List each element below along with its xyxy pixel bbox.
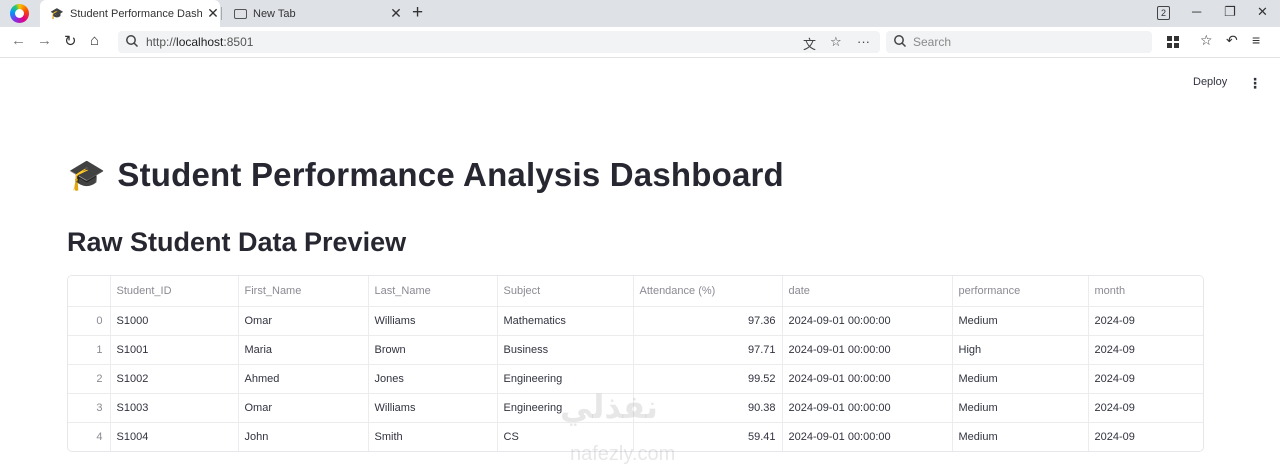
cell-month[interactable]: 2024-09 (1088, 306, 1203, 336)
url-scheme: http:// (146, 35, 177, 49)
address-bar[interactable]: http://localhost:8501 文 ☆ ··· (118, 31, 880, 53)
cell-month[interactable]: 2024-09 (1088, 393, 1203, 423)
close-tab-icon[interactable]: ✕ (389, 5, 403, 22)
search-box[interactable]: Search (886, 31, 1152, 53)
tab-student-dashboard[interactable]: 🎓 Student Performance Dashbo ✕ (40, 0, 220, 27)
cell-date[interactable]: 2024-09-01 00:00:00 (782, 306, 953, 336)
table-header-row: Student_ID First_Name Last_Name Subject … (68, 276, 1203, 307)
back-arrow-icon[interactable]: ← (11, 32, 26, 49)
cell-last-name[interactable]: Brown (368, 335, 498, 365)
column-header-performance[interactable]: performance (952, 276, 1089, 307)
cell-month[interactable]: 2024-09 (1088, 364, 1203, 394)
cell-first-name[interactable]: Maria (238, 335, 369, 365)
new-tab-plus-icon[interactable]: + (412, 2, 423, 24)
cell-performance[interactable]: Medium (952, 422, 1089, 451)
menu-lines-icon[interactable]: ≡ (1252, 32, 1260, 48)
column-header-date[interactable]: date (782, 276, 953, 307)
page-title-text: Student Performance Analysis Dashboard (117, 156, 784, 193)
cell-subject[interactable]: Mathematics (497, 306, 634, 336)
graduation-cap-icon: 🎓 (68, 158, 106, 192)
column-header-subject[interactable]: Subject (497, 276, 634, 307)
table-row: 0 S1000 Omar Williams Mathematics 97.36 … (68, 306, 1203, 336)
main-menu-icon[interactable]: ⋮ (1248, 75, 1262, 92)
row-index: 4 (68, 422, 111, 451)
column-header-last-name[interactable]: Last_Name (368, 276, 498, 307)
search-icon (126, 35, 139, 48)
cell-student-id[interactable]: S1004 (110, 422, 239, 451)
more-dots-icon[interactable]: ··· (857, 34, 870, 49)
new-tab-page-icon (234, 8, 247, 19)
cell-last-name[interactable]: Williams (368, 306, 498, 336)
search-icon (894, 35, 907, 48)
bookmark-star-icon[interactable]: ☆ (830, 34, 842, 50)
cell-last-name[interactable]: Jones (368, 364, 498, 394)
close-tab-icon[interactable]: ✕ (206, 5, 220, 22)
undo-icon[interactable]: ↶ (1226, 32, 1238, 49)
cell-last-name[interactable]: Williams (368, 393, 498, 423)
page-title: 🎓 Student Performance Analysis Dashboard (68, 156, 784, 194)
cell-first-name[interactable]: Ahmed (238, 364, 369, 394)
tab-title: New Tab (253, 7, 296, 20)
cell-first-name[interactable]: John (238, 422, 369, 451)
minimize-window-icon[interactable]: ─ (1192, 4, 1201, 19)
column-header-first-name[interactable]: First_Name (238, 276, 369, 307)
restore-window-icon[interactable]: ❐ (1224, 4, 1236, 20)
cell-date[interactable]: 2024-09-01 00:00:00 (782, 335, 953, 365)
row-index: 1 (68, 335, 111, 365)
column-header-month[interactable]: month (1088, 276, 1203, 307)
browser-tab-bar: 🎓 Student Performance Dashbo ✕ New Tab ✕… (0, 0, 1280, 27)
cell-student-id[interactable]: S1001 (110, 335, 239, 365)
cell-month[interactable]: 2024-09 (1088, 335, 1203, 365)
reload-icon[interactable]: ↻ (64, 32, 77, 50)
cell-date[interactable]: 2024-09-01 00:00:00 (782, 364, 953, 394)
browser-logo-icon (10, 4, 29, 23)
deploy-button[interactable]: Deploy (1193, 76, 1227, 88)
cell-performance[interactable]: Medium (952, 306, 1089, 336)
section-title: Raw Student Data Preview (67, 227, 407, 257)
cell-month[interactable]: 2024-09 (1088, 422, 1203, 451)
cell-performance[interactable]: Medium (952, 364, 1089, 394)
cell-date[interactable]: 2024-09-01 00:00:00 (782, 422, 953, 451)
cell-student-id[interactable]: S1002 (110, 364, 239, 394)
column-header-student-id[interactable]: Student_ID (110, 276, 239, 307)
url-text: http://localhost:8501 (146, 35, 253, 49)
browser-toolbar: ← → ↻ ⌂ http://localhost:8501 文 ☆ ··· Se… (0, 27, 1280, 58)
cell-attendance[interactable]: 97.36 (633, 306, 783, 336)
column-header-index (68, 276, 111, 307)
url-port: :8501 (223, 35, 254, 49)
cell-performance[interactable]: Medium (952, 393, 1089, 423)
tab-new-tab[interactable]: New Tab ✕ (224, 0, 404, 27)
column-header-attendance[interactable]: Attendance (%) (633, 276, 783, 307)
cell-date[interactable]: 2024-09-01 00:00:00 (782, 393, 953, 423)
home-icon[interactable]: ⌂ (90, 32, 99, 49)
cell-student-id[interactable]: S1003 (110, 393, 239, 423)
row-index: 0 (68, 306, 111, 336)
close-window-icon[interactable]: ✕ (1257, 4, 1268, 20)
cell-performance[interactable]: High (952, 335, 1089, 365)
translate-icon[interactable]: 文 (803, 34, 816, 53)
cell-first-name[interactable]: Omar (238, 306, 369, 336)
cell-first-name[interactable]: Omar (238, 393, 369, 423)
row-index: 2 (68, 364, 111, 394)
cell-student-id[interactable]: S1000 (110, 306, 239, 336)
forward-arrow-icon[interactable]: → (37, 32, 52, 49)
apps-grid-icon[interactable] (1167, 36, 1179, 48)
table-row: 1 S1001 Maria Brown Business 97.71 2024-… (68, 335, 1203, 365)
search-placeholder: Search (913, 35, 952, 49)
tab-count-icon[interactable]: 2 (1157, 6, 1170, 20)
cell-subject[interactable]: Business (497, 335, 634, 365)
favorites-icon[interactable]: ☆ (1200, 32, 1213, 49)
tab-title: Student Performance Dashbo (70, 7, 202, 20)
watermark-logo: نفذلي (560, 389, 658, 425)
graduation-cap-icon: 🎓 (50, 8, 64, 20)
tab-divider (221, 7, 222, 20)
row-index: 3 (68, 393, 111, 423)
cell-attendance[interactable]: 97.71 (633, 335, 783, 365)
url-host: localhost (176, 35, 224, 49)
watermark-url: nafezly.com (570, 443, 676, 465)
cell-last-name[interactable]: Smith (368, 422, 498, 451)
